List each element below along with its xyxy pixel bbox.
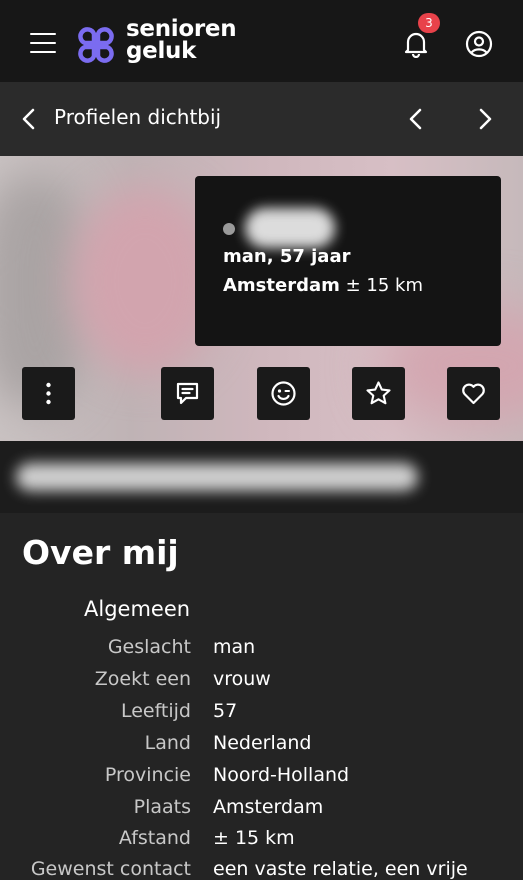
profile-info-card: man, 57 jaar Amsterdam ± 15 km <box>195 176 501 346</box>
profile-city: Amsterdam <box>223 275 340 296</box>
chevron-left-icon[interactable] <box>18 106 40 132</box>
profile-photo[interactable]: man, 57 jaar Amsterdam ± 15 km <box>0 156 523 441</box>
profile-headline-bar <box>0 441 523 513</box>
message-button[interactable] <box>161 367 214 420</box>
logo-icon[interactable] <box>74 24 118 66</box>
heart-icon <box>462 383 485 405</box>
profile-distance: ± 15 km <box>339 275 423 296</box>
detail-label: Zoekt een <box>94 668 191 690</box>
detail-label: Provincie <box>104 764 191 786</box>
next-profile-icon[interactable] <box>474 106 496 132</box>
detail-label: Leeftijd <box>120 700 191 722</box>
detail-value: man <box>213 636 256 658</box>
favorite-button[interactable] <box>352 367 405 420</box>
detail-value: Nederland <box>213 732 312 754</box>
user-circle-icon[interactable] <box>465 30 493 58</box>
detail-value: 57 <box>213 700 238 722</box>
more-vertical-icon <box>46 382 51 405</box>
logo-text[interactable]: senioren geluk <box>126 16 237 64</box>
nav-title[interactable]: Profielen dichtbij <box>54 105 221 129</box>
detail-value: Amsterdam <box>213 796 324 818</box>
star-icon <box>366 381 391 405</box>
section-title-general: Algemeen <box>84 597 191 621</box>
detail-label: Geslacht <box>107 636 191 658</box>
detail-value: ± 15 km <box>213 827 295 849</box>
previous-profile-icon[interactable] <box>405 106 427 132</box>
smile-icon <box>271 381 296 406</box>
notification-badge: 3 <box>418 13 440 33</box>
logo-line-2: geluk <box>126 38 197 64</box>
profile-name-blurred <box>245 208 335 248</box>
bell-icon[interactable] <box>402 30 430 58</box>
online-status-dot <box>223 223 235 235</box>
profile-nav-bar: Profielen dichtbij <box>0 82 523 156</box>
wink-button[interactable] <box>257 367 310 420</box>
detail-value: Noord-Holland <box>213 764 350 786</box>
profile-headline-blurred <box>16 463 418 491</box>
detail-label: Afstand <box>118 827 191 849</box>
detail-value: vrouw <box>213 668 271 690</box>
detail-label: Land <box>144 732 191 754</box>
logo-line-1: senioren <box>126 16 237 42</box>
about-title: Over mij <box>22 533 179 572</box>
like-button[interactable] <box>447 367 500 420</box>
menu-icon[interactable] <box>30 33 56 53</box>
top-bar: senioren geluk 3 <box>0 0 523 82</box>
more-options-button[interactable] <box>22 367 75 420</box>
profile-location-line: Amsterdam ± 15 km <box>223 275 423 296</box>
message-icon <box>176 382 199 405</box>
detail-label: Plaats <box>133 796 191 818</box>
profile-age-line: man, 57 jaar <box>223 246 351 267</box>
